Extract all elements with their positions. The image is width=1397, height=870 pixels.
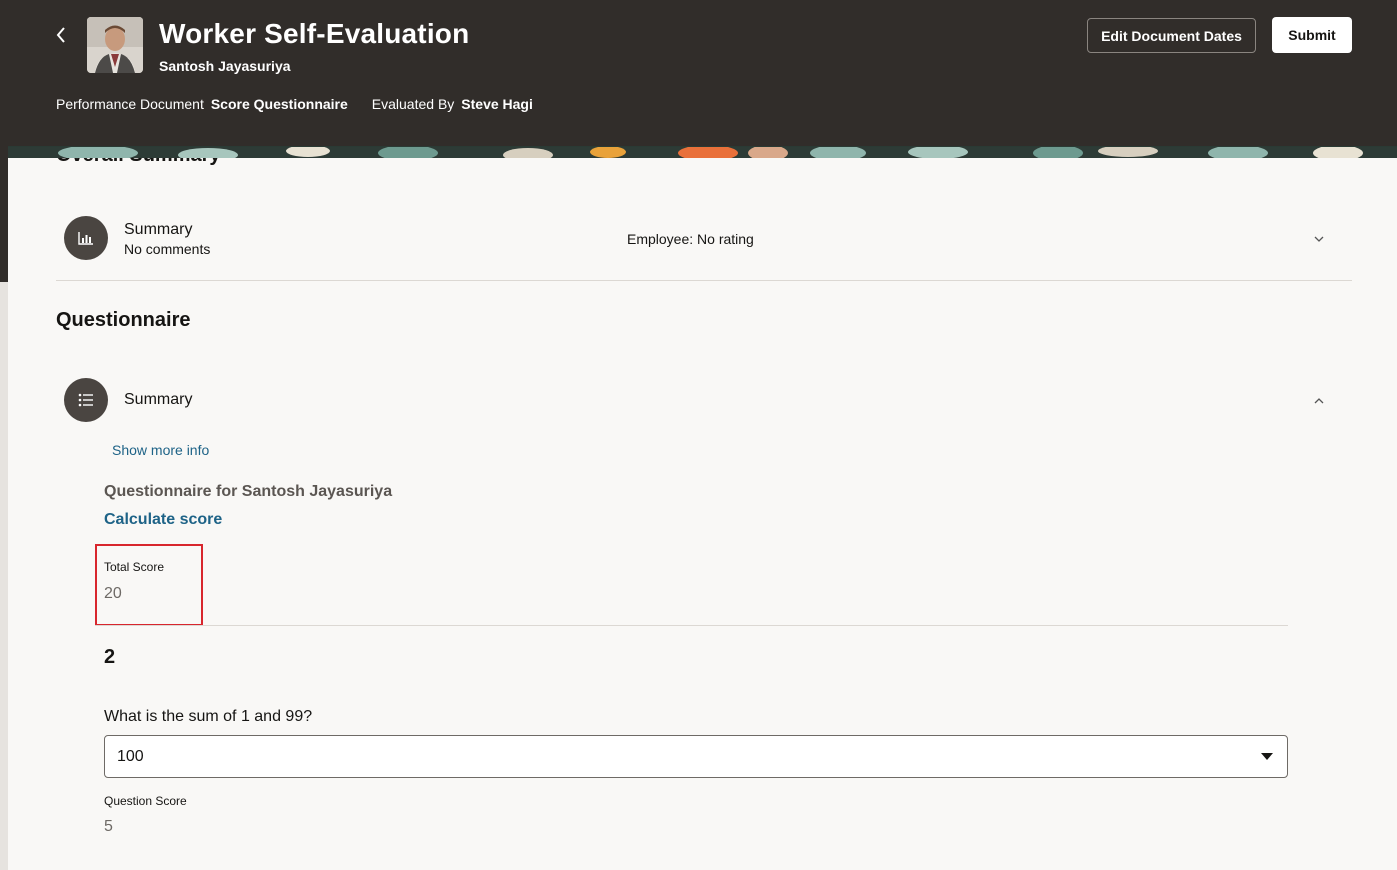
content-panel: Overall Summary Summary No comments Empl…	[8, 158, 1397, 870]
question-text: What is the sum of 1 and 99?	[104, 708, 313, 725]
meta-label-document: Performance Document	[56, 96, 204, 112]
calculate-score-link[interactable]: Calculate score	[104, 511, 222, 529]
meta-value-document: Score Questionnaire	[210, 96, 348, 112]
question-score-value: 5	[104, 818, 113, 835]
questionnaire-for-title: Questionnaire for Santosh Jayasuriya	[104, 483, 393, 500]
answer-select-value: 100	[117, 748, 144, 765]
employee-rating: Employee: No rating	[627, 231, 754, 247]
back-button[interactable]	[48, 22, 74, 48]
page-title: Worker Self-Evaluation	[159, 18, 470, 49]
avatar	[87, 17, 143, 73]
bar-chart-icon	[64, 216, 108, 260]
question-score-label: Question Score	[104, 794, 187, 808]
overall-summary-comments: No comments	[124, 241, 211, 257]
left-edge	[0, 282, 8, 870]
questionnaire-summary-title: Summary	[124, 391, 193, 408]
overall-summary-row[interactable]: Summary No comments Employee: No rating	[56, 203, 1352, 281]
overall-summary-heading: Overall Summary	[56, 158, 221, 167]
chevron-up-icon[interactable]	[1311, 393, 1327, 409]
chevron-down-icon[interactable]	[1311, 231, 1327, 247]
total-score-label: Total Score	[104, 560, 165, 574]
questionnaire-heading: Questionnaire	[56, 309, 191, 331]
divider	[95, 625, 1288, 626]
submit-button[interactable]: Submit	[1272, 17, 1352, 53]
question-number: 2	[104, 646, 116, 668]
meta-value-evaluator: Steve Hagi	[461, 96, 533, 112]
decorative-banner	[8, 146, 1397, 158]
list-icon	[64, 378, 108, 422]
total-score-value: 20	[104, 585, 122, 602]
overall-summary-title: Summary	[124, 221, 193, 238]
questionnaire-summary-row[interactable]: Summary	[56, 376, 1352, 426]
worker-name: Santosh Jayasuriya	[159, 58, 291, 74]
show-more-info-link[interactable]: Show more info	[112, 442, 209, 458]
edit-document-dates-button[interactable]: Edit Document Dates	[1087, 18, 1256, 53]
caret-down-icon	[1261, 753, 1273, 760]
answer-select[interactable]: 100	[104, 735, 1288, 778]
document-meta: Performance Document Score Questionnaire…	[56, 96, 533, 112]
meta-label-evaluator: Evaluated By	[371, 96, 455, 112]
chevron-left-icon	[56, 27, 65, 43]
